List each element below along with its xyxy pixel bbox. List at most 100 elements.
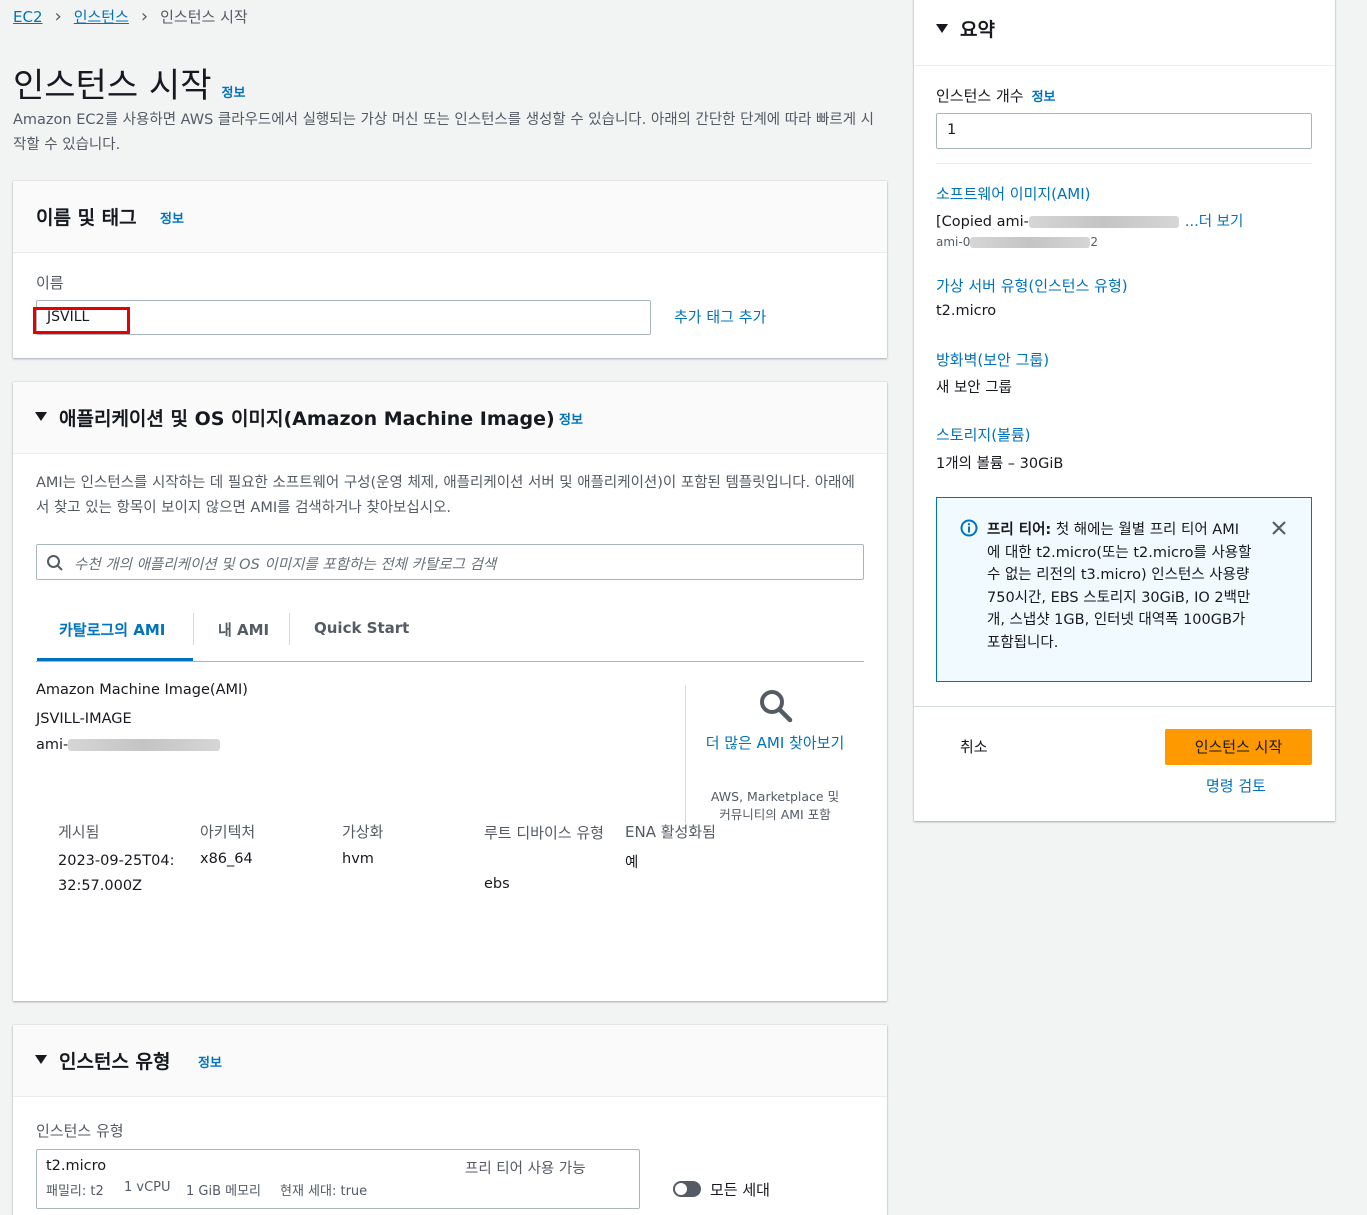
close-icon[interactable] [1271,520,1287,536]
instance-type-label: 인스턴스 유형 [36,1122,124,1140]
browse-more-ami-link[interactable]: 더 많은 AMI 찾아보기 [703,731,847,755]
breadcrumb-ec2[interactable]: EC2 [13,8,43,26]
add-tags-link[interactable]: 추가 태그 추가 [674,306,766,327]
instance-type-panel: 인스턴스 유형 정보 인스턴스 유형 t2.micro 프리 티어 사용 가능 … [13,1025,887,1215]
breadcrumb-current: 인스턴스 시작 [160,8,248,26]
info-icon [960,519,978,537]
name-tags-info-link[interactable]: 정보 [160,208,184,227]
detail-label-architecture: 아키텍처 [200,823,256,841]
page-description: Amazon EC2를 사용하면 AWS 클라우드에서 실행되는 가상 머신 또… [13,112,875,153]
detail-value-published: 2023-09-25T04:32:57.000Z [58,853,175,894]
summary-ami-value-prefix: [Copied ami- [936,214,1029,230]
review-commands-link[interactable]: 명령 검토 [1206,775,1266,796]
page-title: 인스턴스 시작 [13,66,212,106]
instance-vcpu: 1 vCPU [124,1180,171,1195]
detail-label-virtualization: 가상화 [342,823,384,841]
instance-count-value: 1 [947,122,957,138]
ami-title: 애플리케이션 및 OS 이미지(Amazon Machine Image) [59,408,555,430]
selected-ami-label: Amazon Machine Image(AMI) [36,682,248,698]
launch-instance-button[interactable]: 인스턴스 시작 [1165,729,1312,765]
ami-more-link[interactable]: ...더 보기 [1185,214,1243,230]
selected-ami-id-prefix: ami- [36,737,69,753]
magnifier-icon [760,690,793,723]
cancel-button[interactable]: 취소 [960,736,988,757]
highlight-box [33,307,130,334]
instance-type-selected: t2.micro [46,1158,107,1174]
ami-info-link[interactable]: 정보 [559,409,583,428]
caret-down-icon [35,1055,47,1064]
summary-ami-id: ami-0 2 [936,235,1098,249]
summary-panel: 요약 인스턴스 개수 정보 1 소프트웨어 이미지(AMI) [Copied am… [914,0,1335,821]
all-generations-toggle[interactable] [673,1181,701,1197]
summary-ami-link[interactable]: 소프트웨어 이미지(AMI) [936,183,1091,204]
summary-type-link[interactable]: 가상 서버 유형(인스턴스 유형) [936,275,1128,296]
free-tier-alert: 프리 티어: 첫 해에는 월별 프리 티어 AMI에 대한 t2.micro(또… [936,497,1312,682]
selected-ami-id: ami- [36,737,221,753]
instance-count-row: 인스턴스 개수 정보 [936,85,1056,106]
divider [936,163,1312,164]
ami-tabs: 카탈로그의 AMI 내 AMI Quick Start [36,611,864,662]
breadcrumb-instances[interactable]: 인스턴스 [74,6,129,27]
detail-value-root-device: ebs [484,876,510,892]
summary-header[interactable]: 요약 [914,0,1335,66]
detail-label-published: 게시됨 [58,823,100,841]
all-generations-label: 모든 세대 [710,1181,770,1199]
toggle-knob [675,1183,687,1195]
active-tab-indicator [37,658,193,661]
name-tags-panel: 이름 및 태그 정보 이름 JSVILL 추가 태그 추가 [13,181,887,358]
instance-count-label: 인스턴스 개수 [936,87,1024,105]
instance-type-header[interactable]: 인스턴스 유형 정보 [13,1025,887,1097]
page-info-link[interactable]: 정보 [222,86,246,101]
instance-memory: 1 GiB 메모리 [186,1184,262,1199]
name-tags-title: 이름 및 태그 [36,207,137,229]
instance-count-input[interactable]: 1 [936,113,1312,149]
ami-panel: 애플리케이션 및 OS 이미지(Amazon Machine Image) 정보… [13,382,887,1001]
summary-type-value: t2.micro [936,303,997,319]
summary-firewall-link[interactable]: 방화벽(보안 그룹) [936,349,1049,370]
summary-firewall-value: 새 보안 그룹 [936,380,1012,396]
redacted-id [68,739,221,751]
caret-down-icon [35,412,47,421]
ami-description: AMI는 인스턴스를 시작하는 데 필요한 소프트웨어 구성(운영 체제, 애플… [36,475,855,516]
summary-ami-value: [Copied ami- ...더 보기 [936,210,1243,231]
ami-search-input[interactable]: 수천 개의 애플리케이션 및 OS 이미지를 포함하는 전체 카탈로그 검색 [36,544,864,580]
instance-type-select[interactable]: t2.micro 프리 티어 사용 가능 패밀리: t2 1 vCPU 1 Gi… [36,1149,640,1209]
free-tier-title: 프리 티어: [987,522,1052,538]
chevron-right-icon: › [54,6,62,27]
summary-title: 요약 [960,19,995,41]
name-label: 이름 [36,274,64,292]
summary-storage-value: 1개의 볼륨 – 30GiB [936,456,1064,472]
redacted-ami [1028,216,1179,228]
name-tags-header: 이름 및 태그 정보 [13,181,887,253]
divider [914,706,1335,707]
detail-value-virtualization: hvm [342,851,374,867]
browse-more-subtext: AWS, Marketplace 및 커뮤니티의 AMI 포함 [710,789,840,822]
selected-ami-name: JSVILL-IMAGE [36,711,132,727]
tab-my-ami[interactable]: 내 AMI [218,619,269,640]
search-icon [47,555,63,571]
ami-header[interactable]: 애플리케이션 및 OS 이미지(Amazon Machine Image) 정보 [13,382,887,454]
summary-ami-id-suffix: 2 [1090,235,1098,249]
redacted-ami-id [970,237,1091,248]
instance-generation: 현재 세대: true [280,1184,368,1199]
page-title-row: 인스턴스 시작정보 [13,58,245,107]
summary-storage-link[interactable]: 스토리지(볼륨) [936,424,1031,445]
summary-ami-id-prefix: ami-0 [936,235,971,249]
breadcrumb: EC2 › 인스턴스 › 인스턴스 시작 [13,6,248,27]
instance-type-title: 인스턴스 유형 [59,1051,171,1073]
tab-catalog-ami[interactable]: 카탈로그의 AMI [59,619,165,640]
tab-divider [193,613,194,645]
detail-label-root-device: 루트 디바이스 유형 [484,824,604,842]
free-tier-body: 첫 해에는 월별 프리 티어 AMI에 대한 t2.micro(또는 t2.mi… [987,522,1252,651]
instance-type-info-link[interactable]: 정보 [198,1052,222,1071]
free-tier-badge: 프리 티어 사용 가능 [465,1161,586,1177]
tab-quick-start[interactable]: Quick Start [314,619,409,637]
instance-count-info-link[interactable]: 정보 [1032,90,1056,105]
ami-search-placeholder: 수천 개의 애플리케이션 및 OS 이미지를 포함하는 전체 카탈로그 검색 [74,557,497,573]
free-tier-text: 프리 티어: 첫 해에는 월별 프리 티어 AMI에 대한 t2.micro(또… [987,519,1252,654]
detail-value-ena: 예 [625,855,639,871]
tab-divider [289,613,290,645]
detail-label-ena: ENA 활성화됨 [625,823,716,841]
caret-down-icon [936,24,948,33]
instance-family: 패밀리: t2 [46,1184,104,1199]
